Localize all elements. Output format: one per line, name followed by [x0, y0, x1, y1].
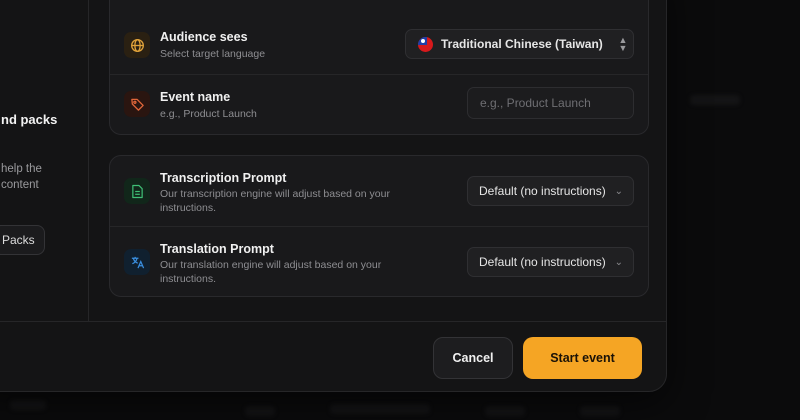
transcription-prompt-description: Our transcription engine will adjust bas… [160, 188, 390, 214]
language-select[interactable]: Traditional Chinese (Taiwan) ▲ ▼ [405, 29, 634, 59]
sidebar-description: help the content [1, 163, 42, 191]
translation-prompt-label: Translation Prompt [160, 242, 274, 256]
transcription-prompt-select[interactable]: Default (no instructions) ⌄ [467, 176, 634, 206]
sidebar-title: nd packs [1, 112, 58, 127]
transcription-prompt-value: Default (no instructions) [479, 184, 606, 198]
translation-prompt-row: Translation Prompt Our translation engin… [110, 227, 648, 297]
document-icon [124, 178, 150, 204]
translation-prompt-description: Our translation engine will adjust based… [160, 259, 382, 285]
selected-language: Traditional Chinese (Taiwan) [441, 37, 603, 51]
translation-prompt-value: Default (no instructions) [479, 255, 606, 269]
chevron-down-icon: ⌄ [614, 256, 623, 268]
translate-icon [124, 249, 150, 275]
packs-button[interactable]: Packs [0, 225, 45, 255]
audience-sees-label: Audience sees [160, 30, 248, 44]
create-event-modal: nd packs help the content Packs Audience… [0, 0, 667, 392]
footer-divider [0, 321, 666, 322]
event-name-placeholder: e.g., Product Launch [480, 96, 591, 110]
event-name-hint: e.g., Product Launch [160, 108, 257, 120]
transcription-prompt-label: Transcription Prompt [160, 171, 287, 185]
prompts-card: Transcription Prompt Our transcription e… [109, 155, 649, 297]
translation-prompt-select[interactable]: Default (no instructions) ⌄ [467, 247, 634, 277]
event-name-label: Event name [160, 90, 231, 104]
event-name-row: Event name e.g., Product Launch e.g., Pr… [110, 75, 648, 135]
taiwan-flag-icon [418, 36, 433, 52]
transcription-prompt-row: Transcription Prompt Our transcription e… [110, 156, 648, 226]
event-name-input[interactable]: e.g., Product Launch [467, 87, 634, 119]
cancel-button[interactable]: Cancel [433, 337, 513, 379]
event-settings-card: Audience sees Select target language Tra… [109, 0, 649, 135]
sidebar-panel: nd packs help the content Packs [0, 0, 89, 321]
audience-language-row: Audience sees Select target language Tra… [110, 16, 648, 76]
audience-sees-subtitle: Select target language [160, 48, 266, 60]
globe-icon [124, 32, 150, 58]
chevron-down-icon: ⌄ [614, 185, 623, 197]
start-event-button[interactable]: Start event [523, 337, 642, 379]
updown-chevron-icon: ▲ ▼ [618, 35, 628, 53]
tag-icon [124, 91, 150, 117]
